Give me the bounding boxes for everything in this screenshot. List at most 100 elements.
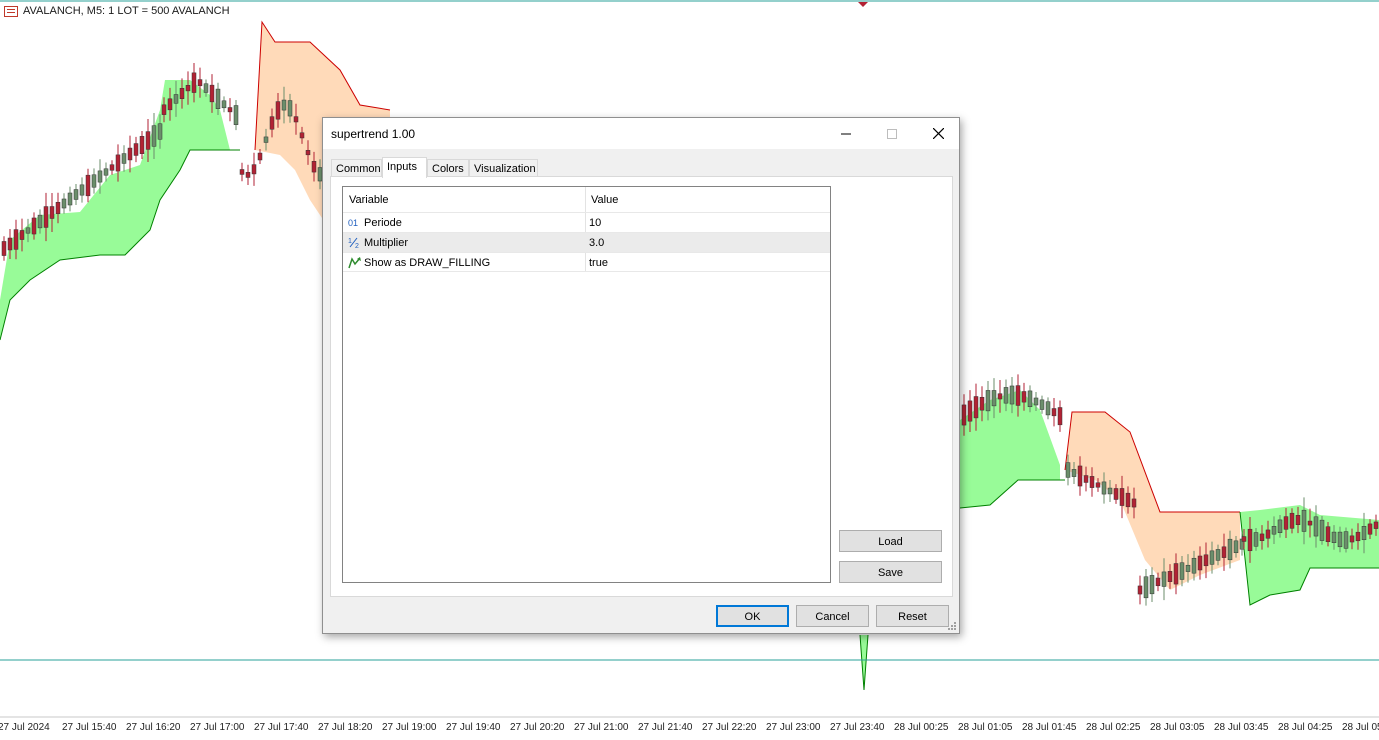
- candle[interactable]: [239, 169, 245, 175]
- candle[interactable]: [1065, 462, 1071, 478]
- tab-inputs[interactable]: Inputs: [382, 157, 427, 178]
- candle[interactable]: [1125, 492, 1131, 508]
- tab-colors[interactable]: Colors: [427, 159, 469, 177]
- close-button[interactable]: [915, 118, 961, 149]
- candle[interactable]: [1045, 401, 1051, 416]
- candle[interactable]: [1027, 390, 1033, 408]
- candle[interactable]: [209, 84, 215, 103]
- candle[interactable]: [221, 100, 227, 109]
- candle[interactable]: [287, 100, 293, 117]
- candle[interactable]: [145, 131, 151, 150]
- column-header-value[interactable]: Value: [591, 194, 618, 206]
- candle[interactable]: [109, 164, 115, 171]
- candle[interactable]: [197, 79, 203, 87]
- candle[interactable]: [1307, 520, 1313, 526]
- candle[interactable]: [991, 390, 997, 407]
- candle[interactable]: [1071, 469, 1077, 477]
- candle[interactable]: [1113, 488, 1119, 500]
- variable-value[interactable]: 3.0: [589, 237, 604, 249]
- candle[interactable]: [127, 147, 133, 161]
- candle[interactable]: [1319, 519, 1325, 541]
- tab-common[interactable]: Common: [331, 159, 382, 177]
- candle[interactable]: [19, 230, 25, 240]
- candle[interactable]: [97, 170, 103, 183]
- candle[interactable]: [1259, 533, 1265, 541]
- candle[interactable]: [1015, 385, 1021, 406]
- candle[interactable]: [1203, 554, 1209, 567]
- candle[interactable]: [49, 206, 55, 219]
- candle[interactable]: [1009, 385, 1015, 405]
- candle[interactable]: [1083, 475, 1089, 483]
- candle[interactable]: [179, 88, 185, 99]
- candle[interactable]: [73, 189, 79, 200]
- candle[interactable]: [997, 393, 1003, 400]
- candle[interactable]: [1167, 571, 1173, 582]
- candle[interactable]: [1095, 482, 1101, 488]
- candle[interactable]: [1343, 531, 1349, 549]
- resize-grip-icon[interactable]: [947, 621, 957, 631]
- candle[interactable]: [1119, 488, 1125, 506]
- candle[interactable]: [967, 400, 973, 422]
- candle[interactable]: [1161, 571, 1167, 587]
- candle[interactable]: [151, 125, 157, 147]
- candle[interactable]: [1089, 476, 1095, 488]
- variable-value[interactable]: 10: [589, 217, 601, 229]
- candle[interactable]: [1197, 555, 1203, 571]
- candle[interactable]: [191, 72, 197, 93]
- candle[interactable]: [79, 184, 85, 196]
- candle[interactable]: [1295, 515, 1301, 525]
- candle[interactable]: [1283, 516, 1289, 530]
- candle[interactable]: [233, 105, 239, 125]
- candle[interactable]: [1179, 562, 1185, 580]
- candle[interactable]: [1265, 529, 1271, 539]
- candle[interactable]: [121, 153, 127, 164]
- candle[interactable]: [13, 229, 19, 250]
- cancel-button[interactable]: Cancel: [796, 605, 869, 627]
- save-button[interactable]: Save: [839, 561, 942, 583]
- candle[interactable]: [1209, 550, 1215, 565]
- candle[interactable]: [227, 107, 233, 113]
- reset-button[interactable]: Reset: [876, 605, 949, 627]
- candle[interactable]: [985, 390, 991, 412]
- candle[interactable]: [1131, 498, 1137, 508]
- candle[interactable]: [67, 192, 73, 206]
- candle[interactable]: [1277, 519, 1283, 533]
- candle[interactable]: [1137, 585, 1143, 595]
- candle[interactable]: [1185, 564, 1191, 572]
- candle[interactable]: [1221, 546, 1227, 558]
- dialog-titlebar[interactable]: supertrend 1.00: [323, 118, 959, 149]
- candle[interactable]: [91, 174, 97, 188]
- candle[interactable]: [1107, 487, 1113, 495]
- candle[interactable]: [167, 98, 173, 111]
- load-button[interactable]: Load: [839, 530, 942, 552]
- candle[interactable]: [1215, 549, 1221, 561]
- table-row[interactable]: 1 2 Multiplier 3.0: [343, 232, 830, 252]
- candle[interactable]: [251, 164, 257, 175]
- candle[interactable]: [43, 206, 49, 228]
- candle[interactable]: [299, 132, 305, 139]
- column-header-variable[interactable]: Variable: [349, 194, 389, 206]
- ok-button[interactable]: OK: [716, 605, 789, 627]
- candle[interactable]: [269, 116, 275, 130]
- candle[interactable]: [1253, 532, 1259, 547]
- candle[interactable]: [1373, 521, 1379, 529]
- candle[interactable]: [275, 101, 281, 120]
- candle[interactable]: [1361, 526, 1367, 541]
- candle[interactable]: [1301, 509, 1307, 532]
- candle[interactable]: [133, 143, 139, 156]
- candle[interactable]: [1247, 528, 1253, 552]
- candle[interactable]: [1271, 526, 1277, 535]
- candle[interactable]: [1173, 563, 1179, 585]
- candle[interactable]: [1143, 576, 1149, 599]
- candle[interactable]: [1101, 481, 1107, 495]
- candle[interactable]: [1367, 523, 1373, 535]
- candle[interactable]: [1289, 512, 1295, 529]
- candle[interactable]: [1033, 397, 1039, 406]
- candle[interactable]: [1313, 516, 1319, 537]
- candle[interactable]: [293, 116, 299, 123]
- candle[interactable]: [1325, 526, 1331, 543]
- variable-value[interactable]: true: [589, 257, 608, 269]
- candle[interactable]: [973, 396, 979, 419]
- candle[interactable]: [1227, 538, 1233, 561]
- candle[interactable]: [173, 94, 179, 104]
